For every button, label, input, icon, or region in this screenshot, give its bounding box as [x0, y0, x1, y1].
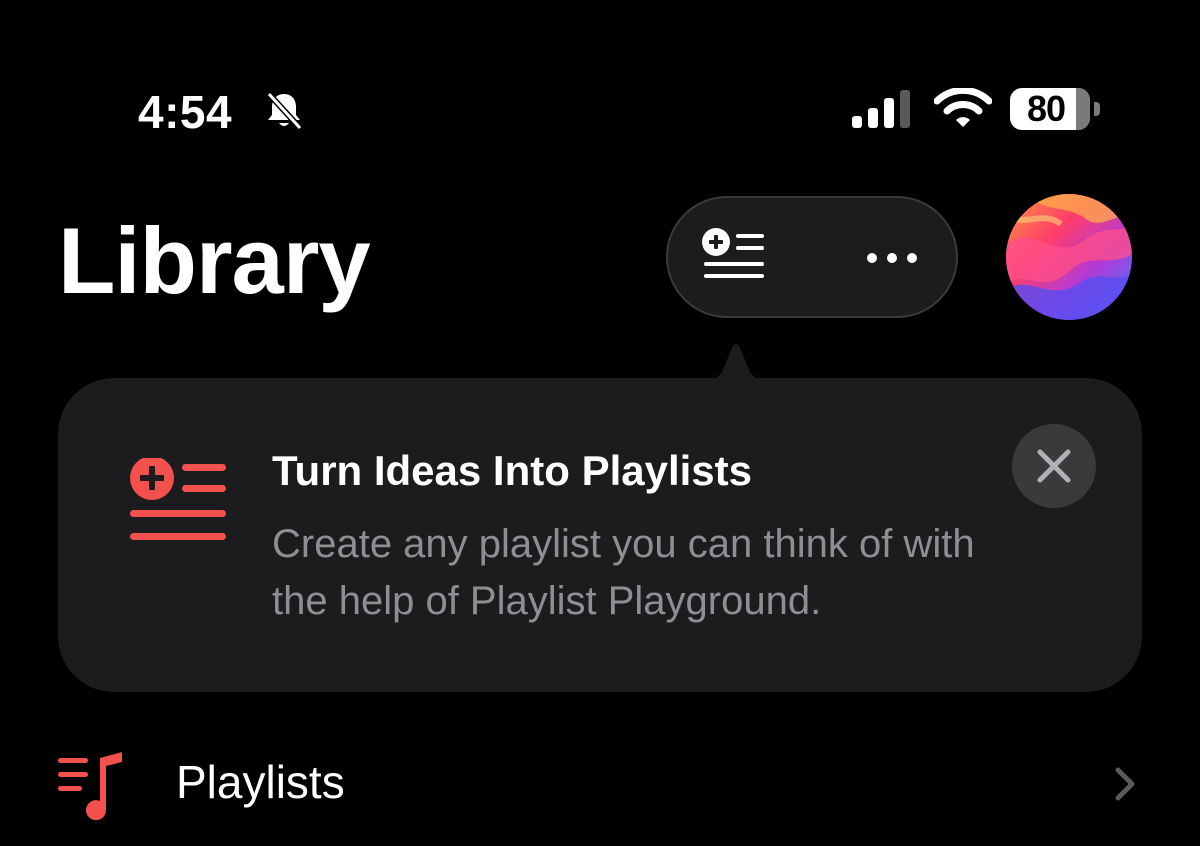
list-item-label: Playlists	[176, 756, 345, 808]
add-playlist-icon	[130, 458, 226, 540]
cellular-signal-icon	[852, 90, 910, 128]
add-playlist-button[interactable]	[698, 222, 770, 294]
wifi-icon	[934, 88, 992, 127]
chevron-right-icon	[1115, 767, 1135, 801]
battery-icon: 80	[1010, 88, 1102, 130]
close-button[interactable]	[1012, 424, 1096, 508]
avatar-image	[1006, 194, 1132, 320]
toolbar-pill	[666, 196, 958, 318]
more-ellipsis-icon	[867, 253, 917, 263]
list-item-playlists[interactable]: Playlists	[0, 730, 1200, 840]
bell-slash-icon	[266, 91, 303, 131]
tip-body: Create any playlist you can think of wit…	[272, 522, 975, 623]
add-playlist-icon	[702, 228, 764, 278]
status-time: 4:54	[138, 86, 233, 138]
profile-avatar[interactable]	[1006, 194, 1132, 320]
more-button[interactable]	[856, 234, 928, 282]
battery-level: 80	[1026, 88, 1066, 129]
playlist-music-icon	[58, 752, 122, 820]
tip-title: Turn Ideas Into Playlists	[272, 447, 753, 494]
close-icon	[1037, 449, 1071, 483]
tip-popover: Turn Ideas Into Playlists Create any pla…	[58, 378, 1142, 692]
page-title: Library	[58, 208, 371, 313]
